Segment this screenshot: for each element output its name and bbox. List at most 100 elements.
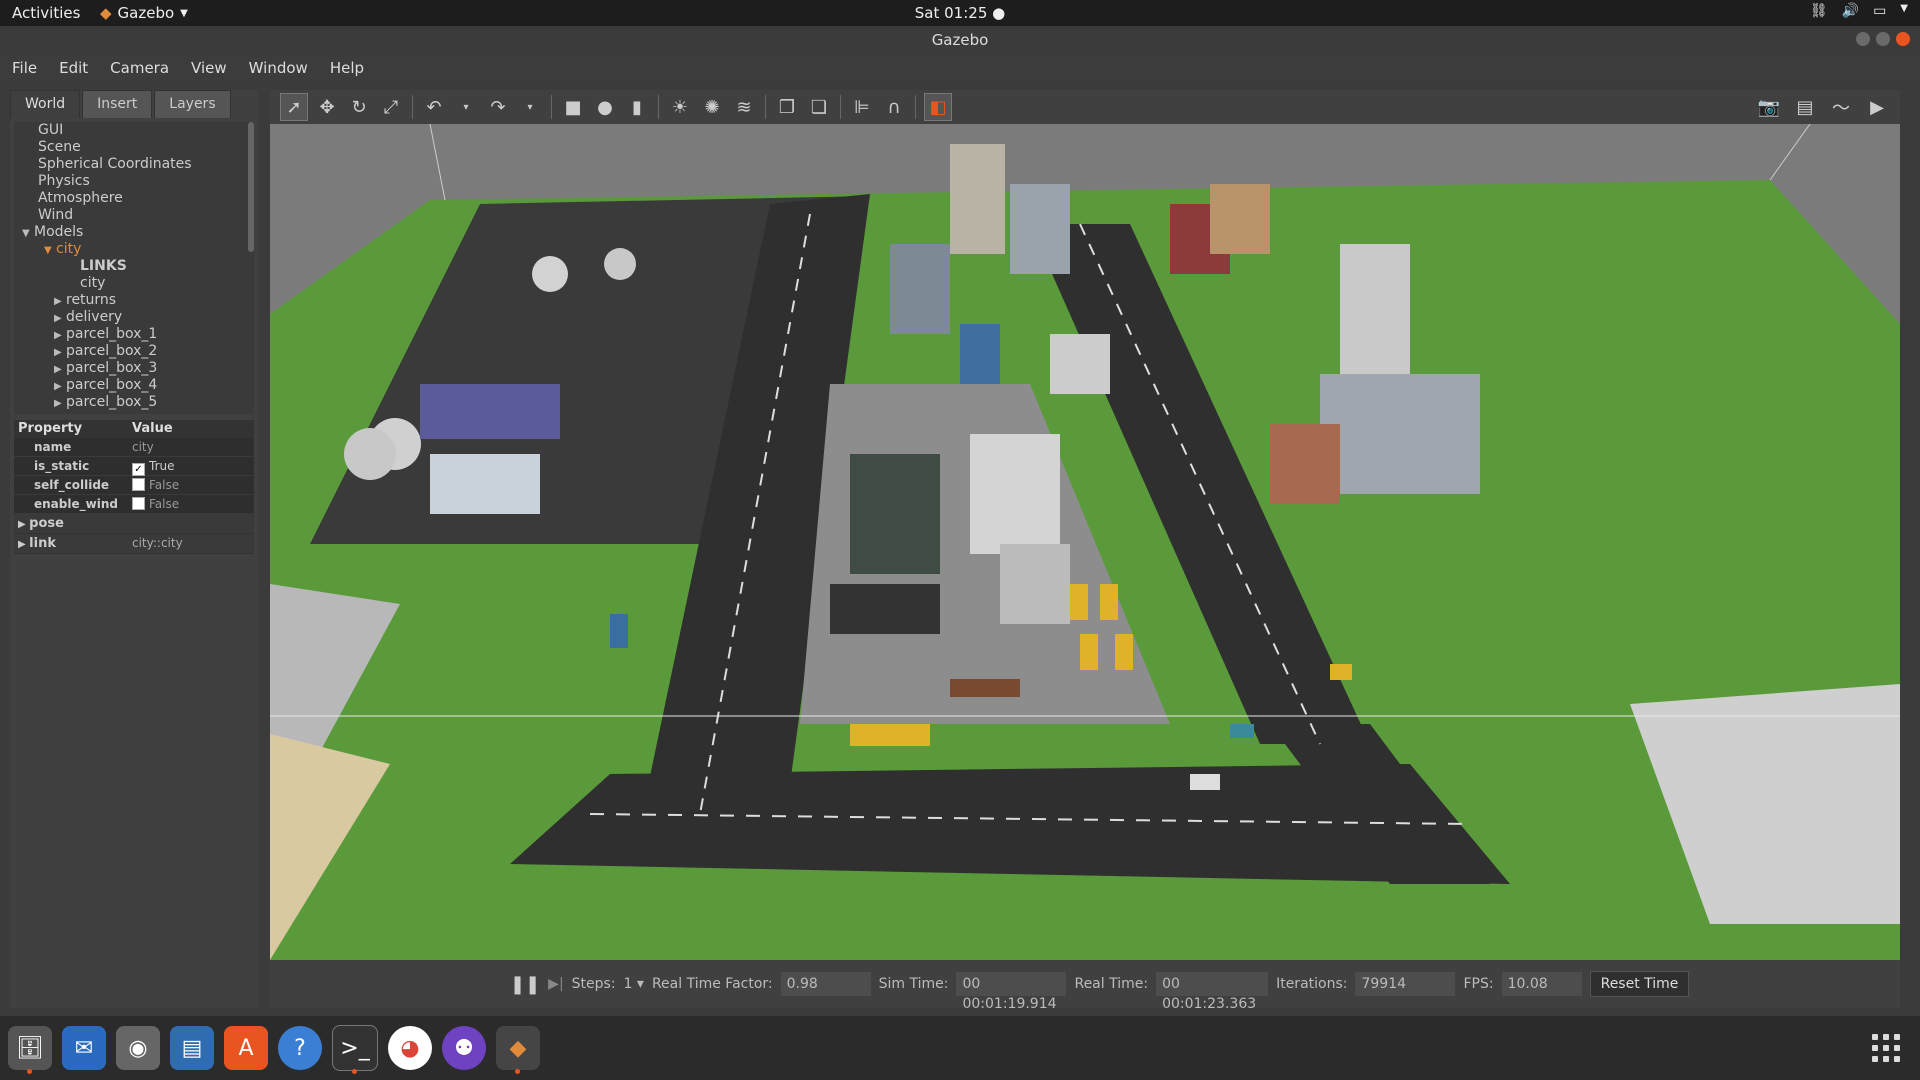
screenshot-icon[interactable]: 📷 bbox=[1756, 94, 1782, 120]
plot-icon[interactable]: 〜 bbox=[1828, 94, 1854, 120]
self-collide-checkbox[interactable]: False bbox=[132, 476, 254, 494]
scene-viewport-panel: ➚ ✥ ↻ ⤢ ↶ ▾ ↷ ▾ ■ ● ▮ ☀ ✺ ≋ ❐ ❏ ⊫ ∩ ◧ 📷 … bbox=[270, 90, 1900, 960]
align-icon[interactable]: ⊫ bbox=[849, 94, 875, 120]
3d-scene-render[interactable] bbox=[270, 123, 1900, 960]
menu-help[interactable]: Help bbox=[330, 59, 364, 77]
expanded-triangle-icon: ▼ bbox=[22, 228, 30, 239]
snap-icon[interactable]: ∩ bbox=[881, 94, 907, 120]
property-group-link[interactable]: ▶ link city::city bbox=[14, 534, 254, 554]
rotate-mode-icon[interactable]: ↻ bbox=[346, 94, 372, 120]
tree-item-parcel-box-2[interactable]: ▶ parcel_box_2 bbox=[14, 343, 254, 360]
translate-mode-icon[interactable]: ✥ bbox=[314, 94, 340, 120]
app-menu-label: Gazebo bbox=[117, 4, 175, 22]
tree-item-parcel-box-5[interactable]: ▶ parcel_box_5 bbox=[14, 394, 254, 411]
close-button[interactable] bbox=[1896, 32, 1910, 46]
change-view-icon[interactable]: ◧ bbox=[924, 93, 952, 121]
unchecked-icon bbox=[132, 497, 145, 510]
clock[interactable]: Sat 01:25 ● bbox=[0, 4, 1920, 22]
undo-icon[interactable]: ↶ bbox=[421, 94, 447, 120]
name-value-field[interactable]: city bbox=[132, 438, 254, 456]
help-icon[interactable]: ? bbox=[278, 1026, 322, 1070]
system-tray[interactable]: ⛓ 🔊 ▭ ▼ bbox=[1810, 3, 1908, 19]
tree-item-atmosphere[interactable]: Atmosphere bbox=[14, 190, 254, 207]
point-light-icon[interactable]: ☀ bbox=[667, 94, 693, 120]
tree-item-city[interactable]: ▼ city bbox=[14, 241, 254, 258]
pause-icon[interactable]: ❚❚ bbox=[510, 974, 540, 995]
panel-tabs: World Insert Layers bbox=[10, 90, 258, 118]
tree-item-models[interactable]: ▼ Models bbox=[14, 224, 254, 241]
window-title-bar: Gazebo bbox=[0, 26, 1920, 54]
value-column-header: Value bbox=[132, 421, 173, 436]
cylinder-shape-icon[interactable]: ▮ bbox=[624, 94, 650, 120]
files-icon[interactable]: 🗄 bbox=[8, 1026, 52, 1074]
rhythmbox-icon[interactable]: ◉ bbox=[116, 1026, 160, 1070]
property-row-is-static: is_static ✓ True bbox=[14, 457, 254, 476]
collapsed-triangle-icon: ▶ bbox=[54, 347, 62, 358]
battery-icon: ▭ bbox=[1873, 3, 1887, 19]
left-panel: World Insert Layers GUI Scene Spherical … bbox=[10, 90, 258, 1008]
log-data-icon[interactable]: ▤ bbox=[1792, 94, 1818, 120]
tree-item-gui[interactable]: GUI bbox=[14, 122, 254, 139]
property-group-pose[interactable]: ▶ pose bbox=[14, 514, 254, 534]
terminal-icon[interactable]: >_ bbox=[332, 1025, 378, 1074]
tab-insert[interactable]: Insert bbox=[82, 90, 153, 118]
tree-item-physics[interactable]: Physics bbox=[14, 173, 254, 190]
reset-time-button[interactable]: Reset Time bbox=[1589, 971, 1690, 997]
box-shape-icon[interactable]: ■ bbox=[560, 94, 586, 120]
github-desktop-icon[interactable]: ⚉ bbox=[442, 1026, 486, 1070]
collapsed-triangle-icon: ▶ bbox=[54, 381, 62, 392]
world-tree: GUI Scene Spherical Coordinates Physics … bbox=[14, 122, 254, 414]
app-menu[interactable]: ◆ Gazebo ▼ bbox=[100, 4, 188, 22]
menu-edit[interactable]: Edit bbox=[59, 59, 88, 77]
collapsed-triangle-icon: ▶ bbox=[54, 313, 62, 324]
network-icon: ⛓ bbox=[1809, 3, 1828, 19]
thunderbird-icon[interactable]: ✉ bbox=[62, 1026, 106, 1070]
steps-spinbox[interactable]: 1 ▾ bbox=[624, 976, 644, 992]
tab-world[interactable]: World bbox=[10, 90, 81, 118]
spot-light-icon[interactable]: ✺ bbox=[699, 94, 725, 120]
tree-item-spherical[interactable]: Spherical Coordinates bbox=[14, 156, 254, 173]
tab-layers[interactable]: Layers bbox=[154, 90, 231, 118]
tree-item-parcel-box-1[interactable]: ▶ parcel_box_1 bbox=[14, 326, 254, 343]
show-applications-icon[interactable] bbox=[1872, 1034, 1900, 1062]
enable-wind-checkbox[interactable]: False bbox=[132, 495, 254, 513]
tree-item-links[interactable]: LINKS bbox=[14, 258, 254, 275]
tree-item-returns[interactable]: ▶ returns bbox=[14, 292, 254, 309]
activities-button[interactable]: Activities bbox=[12, 4, 80, 22]
tree-item-delivery[interactable]: ▶ delivery bbox=[14, 309, 254, 326]
menu-file[interactable]: File bbox=[12, 59, 37, 77]
video-record-icon[interactable]: ▶ bbox=[1864, 94, 1890, 120]
collapsed-triangle-icon: ▶ bbox=[18, 539, 30, 550]
menu-window[interactable]: Window bbox=[249, 59, 308, 77]
property-table: Property Value name city is_static ✓ True… bbox=[14, 420, 254, 554]
software-center-icon[interactable]: A bbox=[224, 1026, 268, 1070]
maximize-button[interactable] bbox=[1876, 32, 1890, 46]
select-mode-icon[interactable]: ➚ bbox=[280, 93, 308, 121]
chrome-icon[interactable]: ◕ bbox=[388, 1026, 432, 1070]
scale-mode-icon[interactable]: ⤢ bbox=[378, 94, 404, 120]
directional-light-icon[interactable]: ≋ bbox=[731, 94, 757, 120]
main-area: World Insert Layers GUI Scene Spherical … bbox=[0, 82, 1920, 1016]
tree-item-parcel-box-4[interactable]: ▶ parcel_box_4 bbox=[14, 377, 254, 394]
tree-item-wind[interactable]: Wind bbox=[14, 207, 254, 224]
chevron-down-icon[interactable]: ▾ bbox=[517, 94, 543, 120]
gazebo-icon[interactable]: ◆ bbox=[496, 1026, 540, 1074]
rtf-label: Real Time Factor: bbox=[651, 976, 773, 992]
redo-icon[interactable]: ↷ bbox=[485, 94, 511, 120]
libreoffice-writer-icon[interactable]: ▤ bbox=[170, 1026, 214, 1070]
minimize-button[interactable] bbox=[1856, 32, 1870, 46]
step-icon[interactable]: ▶| bbox=[548, 976, 563, 992]
menu-view[interactable]: View bbox=[191, 59, 227, 77]
copy-icon[interactable]: ❐ bbox=[774, 94, 800, 120]
paste-icon[interactable]: ❏ bbox=[806, 94, 832, 120]
tree-item-parcel-box-3[interactable]: ▶ parcel_box_3 bbox=[14, 360, 254, 377]
tree-scrollbar[interactable] bbox=[248, 122, 254, 252]
property-key: self_collide bbox=[34, 478, 110, 492]
is-static-checkbox[interactable]: ✓ True bbox=[132, 457, 254, 476]
tree-item-scene[interactable]: Scene bbox=[14, 139, 254, 156]
menu-camera[interactable]: Camera bbox=[110, 59, 169, 77]
sphere-shape-icon[interactable]: ● bbox=[592, 94, 618, 120]
checked-icon: ✓ bbox=[132, 463, 145, 476]
chevron-down-icon[interactable]: ▾ bbox=[453, 94, 479, 120]
tree-item-city-link[interactable]: city bbox=[14, 275, 254, 292]
